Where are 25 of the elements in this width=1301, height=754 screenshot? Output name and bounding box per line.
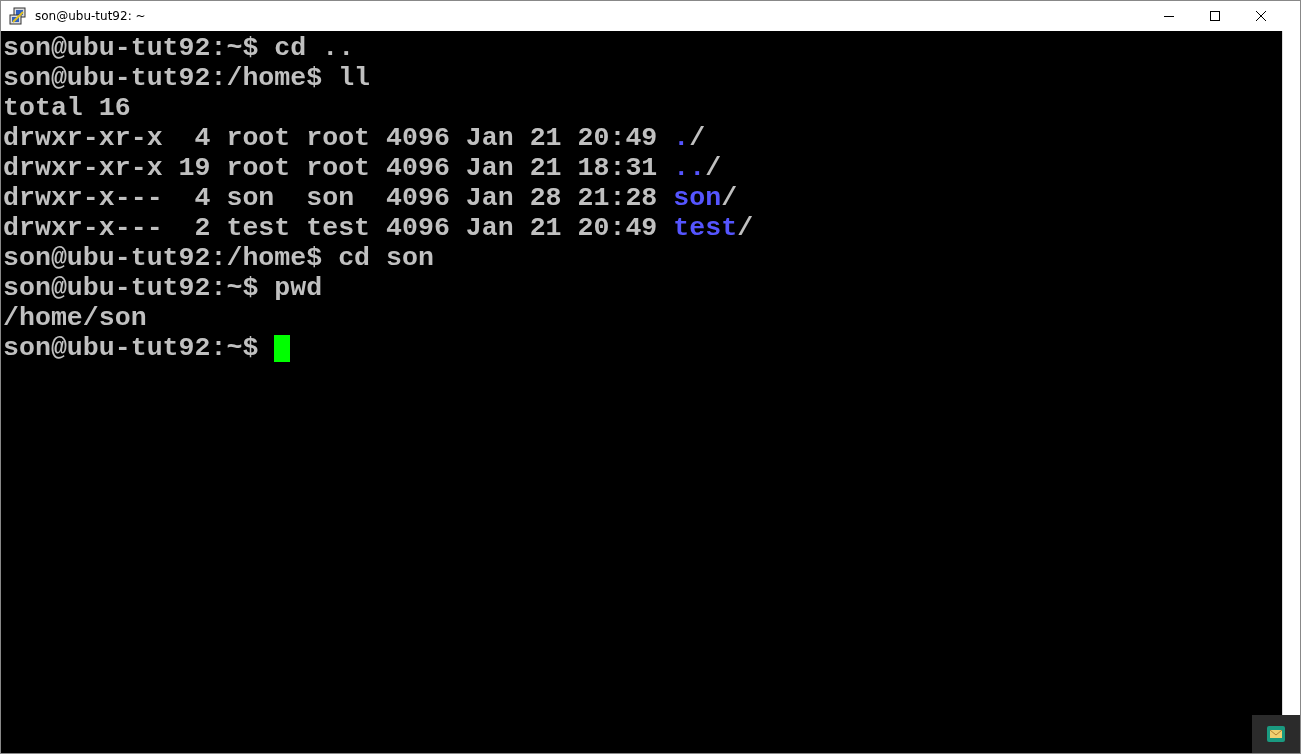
terminal-text: /home/son [3, 303, 147, 333]
directory-name: .. [673, 153, 706, 183]
terminal-text: / [705, 153, 722, 183]
maximize-icon [1210, 11, 1220, 21]
terminal-text: total 16 [3, 93, 131, 123]
terminal-text: drwxr-x--- 4 son son 4096 Jan 28 21:28 [3, 183, 659, 213]
terminal-text: / [721, 183, 738, 213]
terminal-text: / [689, 123, 706, 153]
close-icon [1256, 11, 1266, 21]
terminal-text: son@ubu-tut92:~$ cd .. [3, 33, 355, 63]
window-title: son@ubu-tut92: ~ [35, 8, 146, 25]
directory-name: . [673, 123, 690, 153]
terminal-text: son@ubu-tut92:~$ [3, 333, 260, 363]
notification-tray[interactable] [1252, 715, 1300, 753]
terminal-text: drwxr-xr-x 19 root root 4096 Jan 21 18:31 [3, 153, 659, 183]
terminal-text: son@ubu-tut92:~$ pwd [3, 273, 323, 303]
mail-icon [1267, 726, 1285, 742]
directory-name: test [673, 213, 738, 243]
terminal-text: son@ubu-tut92:/home$ cd son [3, 243, 434, 273]
terminal-text: drwxr-x--- 2 test test 4096 Jan 21 20:49 [3, 213, 659, 243]
terminal-text: / [737, 213, 754, 243]
terminal-app-icon [9, 7, 27, 25]
directory-name: son [673, 183, 722, 213]
terminal-text: son@ubu-tut92:/home$ ll [3, 63, 371, 93]
terminal-text: drwxr-xr-x 4 root root 4096 Jan 21 20:49 [3, 123, 659, 153]
